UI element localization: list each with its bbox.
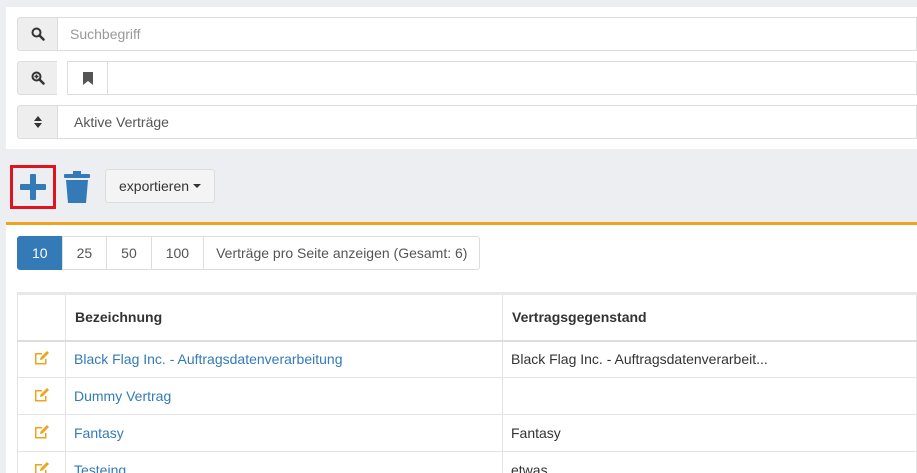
contract-subject: Black Flag Inc. - Auftragsdatenverarbeit…	[502, 340, 917, 378]
contract-table: Bezeichnung Vertragsgegenstand Black Fla…	[17, 292, 917, 473]
contract-subject: etwas	[502, 451, 917, 473]
contract-link[interactable]: Black Flag Inc. - Auftragsdatenverarbeit…	[74, 351, 342, 367]
bookmark-input[interactable]	[107, 61, 917, 95]
plus-icon	[20, 174, 46, 200]
table-row: Black Flag Inc. - Auftragsdatenverarbeit…	[17, 340, 917, 378]
page-size-info: Verträge pro Seite anzeigen (Gesamt: 6)	[203, 236, 481, 270]
export-button[interactable]: exportieren	[105, 169, 216, 203]
export-label: exportieren	[119, 178, 190, 194]
contract-subject: Fantasy	[502, 414, 917, 452]
header-icon-column	[17, 292, 66, 342]
edit-icon[interactable]	[17, 451, 66, 473]
toolbar: exportieren	[6, 160, 406, 210]
zoom-in-icon[interactable]	[17, 61, 57, 95]
contract-link[interactable]: Fantasy	[74, 425, 124, 441]
table-row: Testeing etwas	[17, 451, 917, 473]
page-size-25[interactable]: 25	[61, 236, 108, 270]
sort-icon[interactable]	[17, 105, 57, 139]
table-row: Fantasy Fantasy	[17, 414, 917, 452]
page-size-100[interactable]: 100	[150, 236, 205, 270]
page-size-50[interactable]: 50	[106, 236, 152, 270]
trash-icon	[64, 171, 90, 203]
header-vertragsgegenstand[interactable]: Vertragsgegenstand	[502, 292, 917, 342]
search-row: Suchbegriff	[17, 17, 917, 51]
contract-subject	[502, 377, 917, 415]
contract-list-panel: 10 25 50 100 Verträge pro Seite anzeigen…	[6, 222, 917, 473]
edit-icon[interactable]	[17, 414, 66, 452]
header-bezeichnung[interactable]: Bezeichnung	[65, 292, 503, 342]
page-size-selector: 10 25 50 100 Verträge pro Seite anzeigen…	[17, 236, 481, 270]
edit-icon[interactable]	[17, 377, 66, 415]
search-icon[interactable]	[17, 17, 57, 51]
status-select[interactable]: Aktive Verträge	[57, 105, 917, 139]
edit-icon[interactable]	[17, 340, 66, 378]
bookmark-icon[interactable]	[67, 61, 107, 95]
delete-button[interactable]	[62, 170, 92, 204]
filter-panel: Suchbegriff Aktive Verträge	[6, 7, 917, 149]
table-header-row: Bezeichnung Vertragsgegenstand	[17, 292, 917, 342]
contract-link[interactable]: Dummy Vertrag	[74, 388, 171, 404]
search-input[interactable]: Suchbegriff	[57, 17, 917, 51]
bookmark-row	[17, 61, 917, 95]
caret-down-icon	[193, 184, 202, 188]
add-button[interactable]	[10, 165, 56, 209]
status-row: Aktive Verträge	[17, 105, 917, 139]
table-row: Dummy Vertrag	[17, 377, 917, 415]
contract-link[interactable]: Testeing	[74, 462, 126, 473]
page-size-10[interactable]: 10	[17, 236, 63, 270]
